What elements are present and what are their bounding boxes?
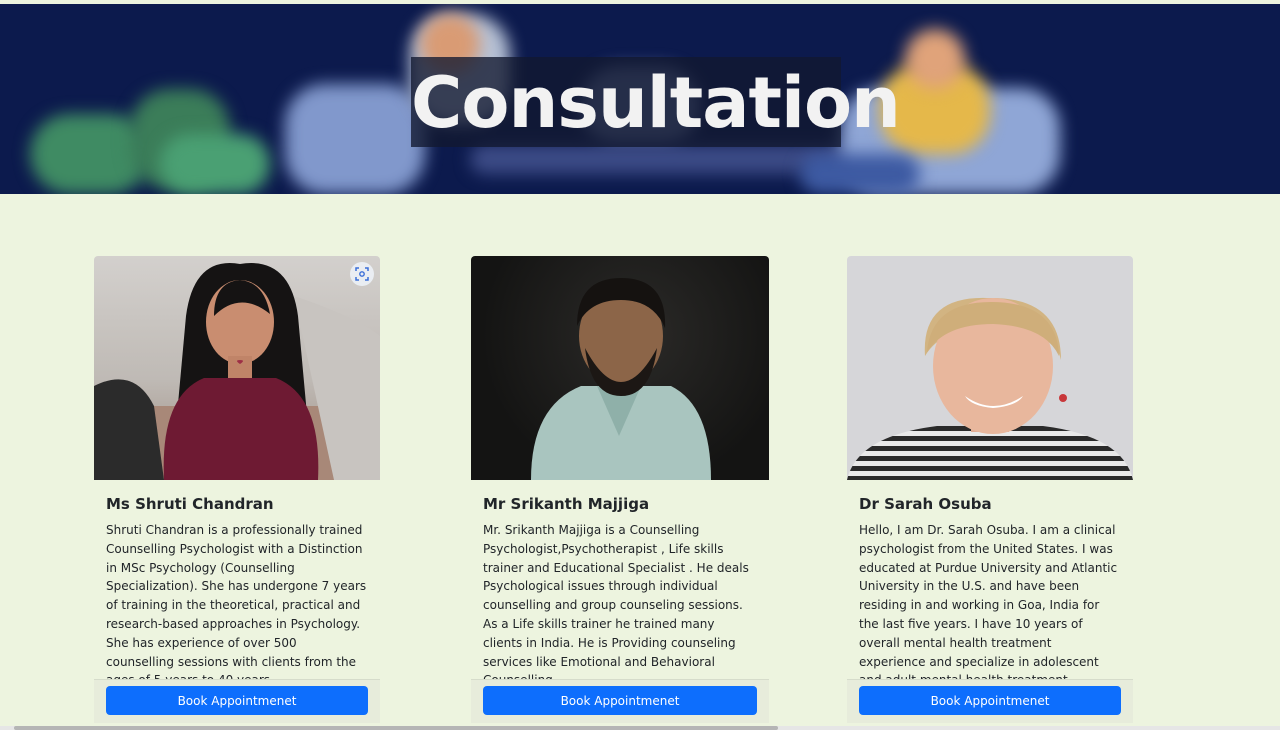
doctor-description: Mr. Srikanth Majjiga is a Counselling Ps… xyxy=(483,523,749,687)
doctor-card: Mr Srikanth Majjiga Mr. Srikanth Majjiga… xyxy=(471,256,769,723)
doctor-photo xyxy=(847,256,1133,480)
doctor-name: Ms Shruti Chandran xyxy=(106,495,274,513)
scrollbar-thumb[interactable] xyxy=(14,726,778,730)
card-footer: Book Appointmenet xyxy=(847,679,1133,723)
card-footer: Book Appointmenet xyxy=(94,679,380,723)
doctor-photo xyxy=(471,256,769,480)
doctor-card: Ms Shruti Chandran Shruti Chandran is a … xyxy=(94,256,380,723)
doctor-name: Dr Sarah Osuba xyxy=(859,495,992,513)
doctor-card: Dr Sarah Osuba Hello, I am Dr. Sarah Osu… xyxy=(847,256,1133,723)
doctor-photo xyxy=(94,256,380,480)
page-title: Consultation xyxy=(411,62,901,144)
doctor-name: Mr Srikanth Majjiga xyxy=(483,495,650,513)
card-footer: Book Appointmenet xyxy=(471,679,769,723)
doctor-description: Hello, I am Dr. Sarah Osuba. I am a clin… xyxy=(859,523,1118,687)
chair-illustration xyxy=(285,84,425,194)
doctor-description: Shruti Chandran is a professionally trai… xyxy=(106,523,367,687)
doctor-photo-illustration xyxy=(531,278,711,480)
book-appointment-button[interactable]: Book Appointmenet xyxy=(859,686,1121,715)
book-appointment-button[interactable]: Book Appointmenet xyxy=(483,686,757,715)
doctor-photo-illustration xyxy=(94,263,380,480)
doctor-photo-illustration xyxy=(847,297,1133,480)
book-appointment-button[interactable]: Book Appointmenet xyxy=(106,686,368,715)
visual-search-icon[interactable] xyxy=(350,262,374,286)
